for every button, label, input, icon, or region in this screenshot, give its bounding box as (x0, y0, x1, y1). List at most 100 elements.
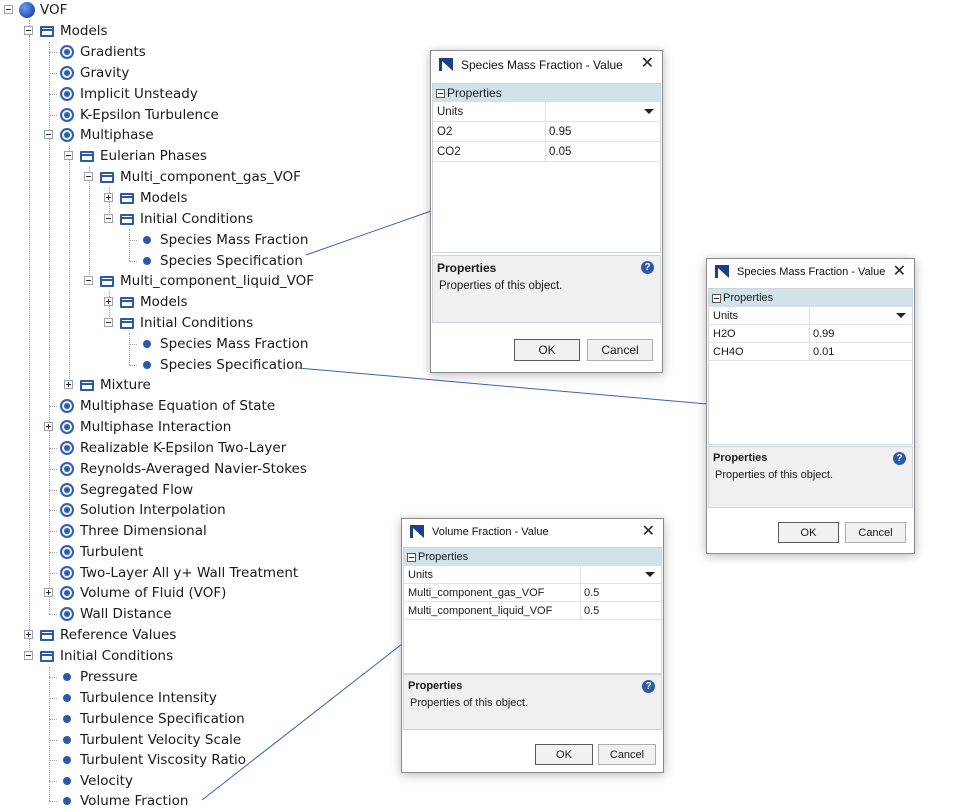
chevron-down-icon[interactable] (896, 313, 906, 318)
tree-node-solution-interpolation[interactable]: Solution Interpolation (59, 500, 226, 520)
description-title: Properties (713, 452, 768, 464)
close-icon[interactable]: ✕ (641, 56, 654, 72)
help-icon[interactable]: ? (893, 452, 906, 465)
tree-node-turbulent-velocity-scale[interactable]: Turbulent Velocity Scale (59, 730, 241, 750)
model-icon (59, 502, 75, 518)
tree-guide (49, 42, 50, 614)
property-section-header[interactable]: Properties (404, 548, 661, 566)
value-icon (59, 732, 75, 748)
tree-node-k-epsilon[interactable]: K-Epsilon Turbulence (59, 105, 219, 125)
model-icon (59, 440, 75, 456)
units-row[interactable]: Units (433, 102, 660, 122)
table-row[interactable]: CO2 0.05 (433, 142, 660, 162)
table-row[interactable]: CH4O 0.01 (709, 343, 912, 361)
expand-toggle[interactable] (44, 588, 53, 597)
dialog-title-bar[interactable]: Volume Fraction - Value ✕ (402, 519, 663, 545)
model-icon (59, 544, 75, 560)
tree-node-realizable-ke[interactable]: Realizable K-Epsilon Two-Layer (59, 438, 286, 458)
tree-node-gradients[interactable]: Gradients (59, 42, 146, 62)
model-icon (59, 44, 75, 60)
expand-toggle[interactable] (104, 193, 113, 202)
table-row[interactable]: Multi_component_liquid_VOF 0.5 (404, 602, 661, 620)
tree-node-reference-values[interactable]: Reference Values (39, 625, 176, 645)
tree-node-turbulent-viscosity-ratio[interactable]: Turbulent Viscosity Ratio (59, 750, 246, 770)
table-row[interactable]: H2O 0.99 (709, 325, 912, 343)
tree-node-gas-species-mass-fraction[interactable]: Species Mass Fraction (139, 230, 308, 250)
model-icon (59, 127, 75, 143)
tree-node-wall-distance[interactable]: Wall Distance (59, 604, 172, 624)
tree-node-volume-fraction[interactable]: Volume Fraction (59, 791, 188, 811)
collapse-toggle[interactable] (84, 276, 93, 285)
expand-toggle[interactable] (64, 380, 73, 389)
collapse-toggle[interactable] (104, 318, 113, 327)
model-icon (59, 565, 75, 581)
cancel-button[interactable]: Cancel (845, 522, 906, 543)
tree-node-two-layer-wall[interactable]: Two-Layer All y+ Wall Treatment (59, 563, 298, 583)
ok-button[interactable]: OK (778, 522, 839, 543)
simulation-tree: VOF Models Gradients Gravity Implicit Un… (0, 0, 400, 810)
units-row[interactable]: Units (709, 307, 912, 325)
expand-toggle[interactable] (24, 630, 33, 639)
collapse-toggle[interactable] (44, 130, 53, 139)
tree-node-segregated-flow[interactable]: Segregated Flow (59, 480, 193, 500)
close-icon[interactable]: ✕ (893, 264, 906, 280)
dialog-title-bar[interactable]: Species Mass Fraction - Value ✕ (707, 259, 914, 285)
cancel-button[interactable]: Cancel (598, 744, 656, 765)
tree-node-gravity[interactable]: Gravity (59, 63, 129, 83)
help-icon[interactable]: ? (641, 261, 654, 274)
chevron-down-icon[interactable] (644, 109, 654, 114)
tree-node-vof-model[interactable]: Volume of Fluid (VOF) (59, 583, 226, 603)
collapse-icon[interactable] (712, 293, 721, 303)
folder-icon (99, 273, 115, 289)
tree-node-pressure[interactable]: Pressure (59, 667, 138, 687)
tree-node-eulerian-phases[interactable]: Eulerian Phases (79, 146, 207, 166)
cancel-button[interactable]: Cancel (587, 339, 653, 361)
table-row[interactable]: Multi_component_gas_VOF 0.5 (404, 584, 661, 602)
tree-node-velocity[interactable]: Velocity (59, 771, 133, 791)
tree-node-liquid-phase[interactable]: Multi_component_liquid_VOF (99, 271, 314, 291)
collapse-toggle[interactable] (84, 172, 93, 181)
collapse-icon[interactable] (436, 88, 445, 98)
description-panel: Properties Properties of this object. ? (432, 255, 661, 323)
dialog-title-bar[interactable]: Species Mass Fraction - Value ✕ (431, 51, 662, 79)
tree-node-initial-conditions[interactable]: Initial Conditions (39, 646, 173, 666)
tree-node-turbulence-intensity[interactable]: Turbulence Intensity (59, 688, 217, 708)
tree-node-mixture[interactable]: Mixture (79, 375, 151, 395)
ok-button[interactable]: OK (514, 339, 580, 361)
tree-node-liquid-species-specification[interactable]: Species Specification (139, 355, 303, 375)
tree-node-models[interactable]: Models (39, 21, 108, 41)
tree-node-gas-models[interactable]: Models (119, 188, 188, 208)
tree-node-rans[interactable]: Reynolds-Averaged Navier-Stokes (59, 459, 307, 479)
close-icon[interactable]: ✕ (642, 524, 655, 540)
tree-node-gas-species-specification[interactable]: Species Specification (139, 251, 303, 271)
ok-button[interactable]: OK (535, 744, 593, 765)
tree-node-gas-initial-conditions[interactable]: Initial Conditions (119, 209, 253, 229)
tree-node-gas-phase[interactable]: Multi_component_gas_VOF (99, 167, 301, 187)
table-row[interactable]: O2 0.95 (433, 122, 660, 142)
tree-node-liquid-initial-conditions[interactable]: Initial Conditions (119, 313, 253, 333)
model-icon (59, 523, 75, 539)
collapse-icon[interactable] (407, 552, 416, 562)
tree-node-vof[interactable]: VOF (19, 0, 67, 20)
expand-toggle[interactable] (104, 297, 113, 306)
tree-node-multiphase[interactable]: Multiphase (59, 125, 154, 145)
tree-node-turbulent[interactable]: Turbulent (59, 542, 143, 562)
units-row[interactable]: Units (404, 566, 661, 584)
help-icon[interactable]: ? (642, 680, 655, 693)
property-section-header[interactable]: Properties (433, 84, 660, 102)
chevron-down-icon[interactable] (645, 572, 655, 577)
collapse-toggle[interactable] (4, 5, 13, 14)
tree-node-three-dimensional[interactable]: Three Dimensional (59, 521, 207, 541)
tree-node-multiphase-eos[interactable]: Multiphase Equation of State (59, 396, 275, 416)
tree-node-liquid-species-mass-fraction[interactable]: Species Mass Fraction (139, 334, 308, 354)
collapse-toggle[interactable] (24, 26, 33, 35)
tree-node-turbulence-specification[interactable]: Turbulence Specification (59, 709, 245, 729)
tree-node-liquid-models[interactable]: Models (119, 292, 188, 312)
tree-node-implicit-unsteady[interactable]: Implicit Unsteady (59, 84, 198, 104)
collapse-toggle[interactable] (104, 214, 113, 223)
tree-node-multiphase-interaction[interactable]: Multiphase Interaction (59, 417, 231, 437)
collapse-toggle[interactable] (24, 651, 33, 660)
expand-toggle[interactable] (44, 422, 53, 431)
collapse-toggle[interactable] (64, 151, 73, 160)
property-section-header[interactable]: Properties (709, 289, 912, 307)
